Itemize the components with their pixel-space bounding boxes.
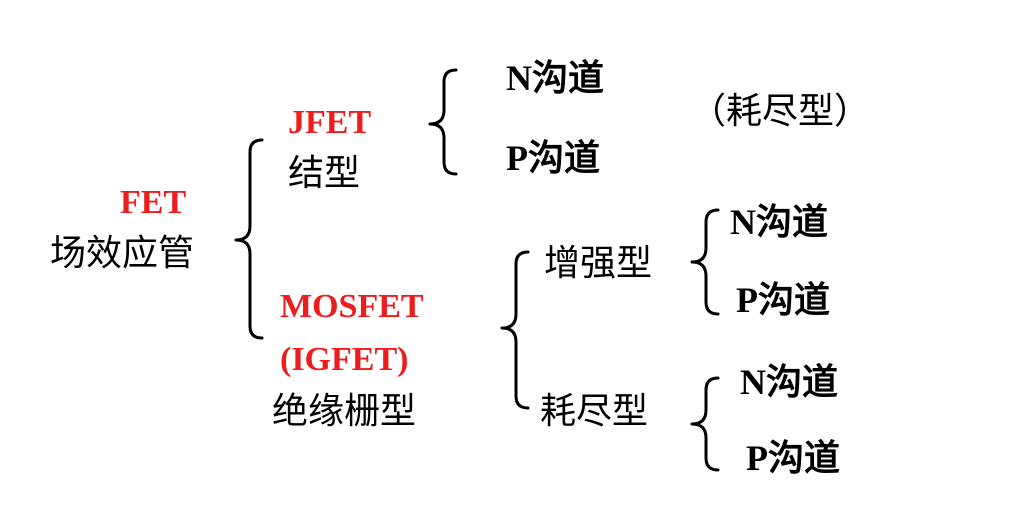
jfet-brace <box>428 68 458 176</box>
mosfet-name: 绝缘栅型 <box>272 391 417 432</box>
mosfet-abbr: MOSFET <box>280 288 424 325</box>
depletion-n-channel: N沟道 <box>740 362 838 402</box>
depletion-brace <box>690 376 720 472</box>
igfet-abbr: (IGFET) <box>280 341 409 378</box>
jfet-name: 结型 <box>288 153 361 194</box>
fet-abbr: FET <box>120 184 187 221</box>
jfet-p-channel: P沟道 <box>506 138 600 178</box>
jfet-depletion-note: （耗尽型） <box>690 91 871 132</box>
depletion-type: 耗尽型 <box>540 391 649 432</box>
enhancement-p-channel: P沟道 <box>736 280 830 320</box>
enhancement-brace <box>690 208 720 316</box>
jfet-n-channel: N沟道 <box>506 58 604 98</box>
jfet-abbr: JFET <box>288 104 372 141</box>
fet-name: 场效应管 <box>50 233 195 274</box>
depletion-p-channel: P沟道 <box>746 438 840 478</box>
root-brace <box>234 138 264 340</box>
mosfet-brace <box>500 250 530 410</box>
enhancement-n-channel: N沟道 <box>730 202 828 242</box>
enhancement-type: 增强型 <box>544 243 653 284</box>
